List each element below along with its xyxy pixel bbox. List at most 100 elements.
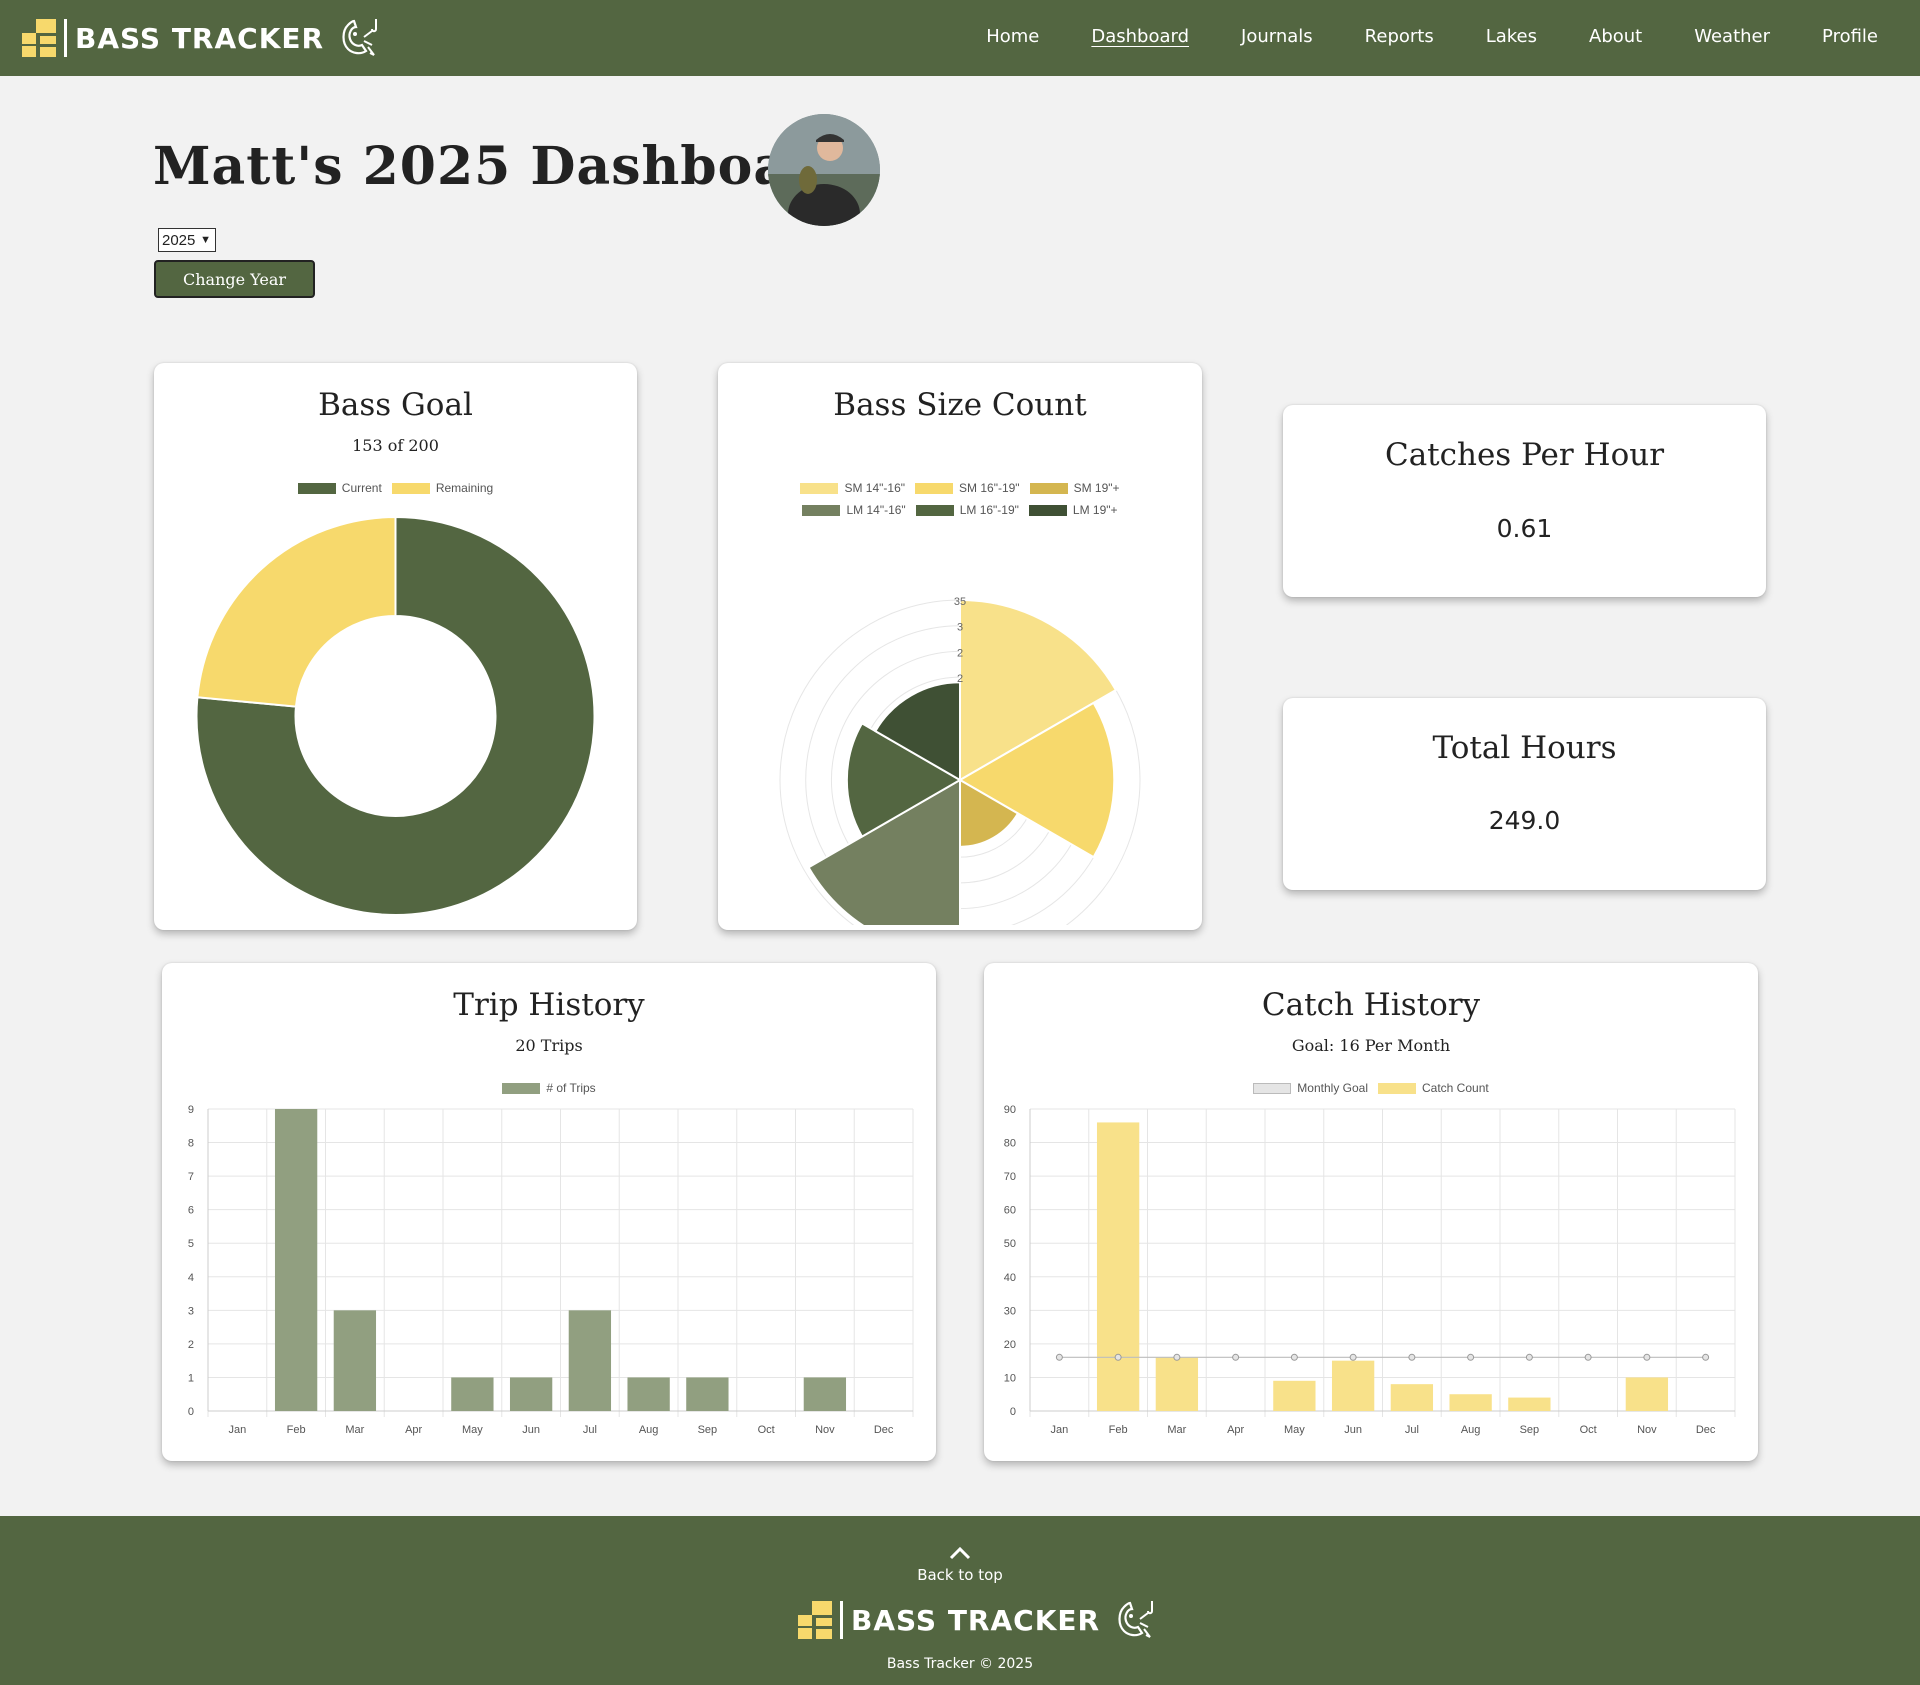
legend-item[interactable]: Remaining (391, 481, 494, 495)
y-tick-label: 50 (1004, 1238, 1016, 1250)
x-tick-label: Apr (1227, 1424, 1244, 1436)
legend-item[interactable]: Catch Count (1378, 1081, 1489, 1095)
legend-item[interactable]: LM 16"-19" (915, 503, 1019, 517)
bar (1390, 1384, 1434, 1411)
footer: Back to top BASS TRACKER Bass Tracker © … (0, 1516, 1920, 1685)
legend-label: SM 19"+ (1073, 481, 1120, 495)
nav-journals[interactable]: Journals (1241, 26, 1313, 47)
y-tick-label: 9 (188, 1104, 194, 1116)
nav-about[interactable]: About (1589, 26, 1642, 47)
x-tick-label: Nov (815, 1424, 835, 1436)
legend-label: Monthly Goal (1297, 1081, 1368, 1095)
nav-reports[interactable]: Reports (1365, 26, 1434, 47)
catch-history-subtitle: Goal: 16 Per Month (1291, 1036, 1451, 1055)
nav-dashboard[interactable]: Dashboard (1091, 26, 1189, 47)
y-tick-label: 10 (1004, 1372, 1016, 1384)
legend-label: Remaining (435, 481, 494, 495)
x-tick-label: Jun (1344, 1424, 1362, 1436)
bass-tracker-logo-icon (22, 19, 56, 57)
y-tick-label: 20 (1004, 1339, 1016, 1351)
back-to-top-link[interactable]: Back to top (0, 1546, 1920, 1584)
bar (509, 1377, 553, 1411)
x-tick-label: Apr (405, 1424, 422, 1436)
y-tick-label: 2 (188, 1339, 194, 1351)
polar-tick-label: 2 (957, 673, 963, 685)
bass-tracker-logo-icon (798, 1601, 832, 1639)
bar (1273, 1380, 1316, 1411)
catch-history-bar-chart: 0 10 20 30 40 50 60 70 80 90 Jan Feb Mar Apr May Jun Jul… (1004, 1104, 1736, 1436)
legend-label: LM 19"+ (1072, 503, 1118, 517)
total-hours-card: Total Hours 249.0 (1283, 698, 1766, 890)
y-tick-label: 8 (188, 1138, 194, 1150)
page-title: Matt's 2025 Dashboard (153, 136, 854, 197)
goal-point (1114, 1353, 1122, 1361)
bar (1155, 1357, 1199, 1411)
polar-tick-label: 35 (954, 596, 966, 608)
y-tick-label: 4 (188, 1272, 194, 1284)
legend-swatch (800, 482, 839, 494)
copyright: Bass Tracker © 2025 (886, 1656, 1034, 1672)
legend-swatch (502, 1082, 541, 1094)
nav-home[interactable]: Home (986, 26, 1039, 47)
bass-size-card: Bass Size Count SM 14"-16" SM 16"-19" SM… (718, 363, 1202, 930)
goal-point (1467, 1353, 1475, 1361)
x-tick-label: Sep (698, 1424, 718, 1436)
goal-point (1525, 1353, 1533, 1361)
legend-item[interactable]: LM 14"-16" (802, 503, 906, 517)
legend-item[interactable]: Monthly Goal (1253, 1081, 1368, 1095)
y-tick-label: 5 (188, 1238, 194, 1250)
catch-history-title: Catch History (1261, 987, 1481, 1023)
bass-goal-title: Bass Goal (318, 387, 473, 423)
y-tick-label: 30 (1004, 1305, 1016, 1317)
legend-label: LM 14"-16" (846, 503, 906, 517)
legend-item[interactable]: LM 19"+ (1028, 503, 1118, 517)
goal-point (1702, 1353, 1710, 1361)
doughnut-slice (196, 515, 397, 708)
bass-goal-doughnut-chart (195, 515, 596, 916)
legend-item[interactable]: SM 14"-16" (800, 481, 905, 495)
nav-lakes[interactable]: Lakes (1486, 26, 1537, 47)
y-tick-label: 40 (1004, 1272, 1016, 1284)
bass-size-polar-chart: 35 3 2 2 (779, 596, 1141, 925)
legend-item[interactable]: SM 19"+ (1029, 481, 1120, 495)
nav-weather[interactable]: Weather (1694, 26, 1770, 47)
year-select-value: 2025 (162, 231, 196, 249)
x-tick-label: Oct (758, 1424, 775, 1436)
brand-logo[interactable]: BASS TRACKER (22, 16, 382, 60)
y-tick-label: 6 (188, 1205, 194, 1217)
y-tick-label: 0 (1010, 1406, 1016, 1418)
trip-history-legend: # of Trips (162, 1081, 936, 1095)
catches-per-hour-card: Catches Per Hour 0.61 (1283, 405, 1766, 597)
bar (1625, 1377, 1669, 1411)
back-to-top-label: Back to top (917, 1566, 1003, 1584)
legend-swatch (297, 482, 336, 494)
y-tick-label: 60 (1004, 1205, 1016, 1217)
y-tick-label: 70 (1004, 1171, 1016, 1183)
bar (568, 1310, 612, 1411)
legend-item[interactable]: SM 16"-19" (915, 481, 1020, 495)
navbar: BASS TRACKER Home Dashboard Journals Rep… (0, 0, 1920, 76)
x-tick-label: Oct (1580, 1424, 1597, 1436)
nav-profile[interactable]: Profile (1822, 26, 1878, 47)
legend-item[interactable]: Current (297, 481, 382, 495)
brand-divider (840, 1601, 843, 1639)
x-tick-label: Sep (1520, 1424, 1540, 1436)
avatar (768, 114, 880, 226)
brand-divider (64, 19, 67, 57)
bass-goal-subtitle: 153 of 200 (352, 436, 439, 455)
trip-history-bar-chart: 0 1 2 3 4 5 6 7 8 9 Jan Feb Mar Apr May Jun Jul Aug Sep Oct… (188, 1104, 914, 1436)
trip-history-subtitle: 20 Trips (515, 1036, 583, 1055)
legend-swatch (391, 482, 430, 494)
x-tick-label: May (1284, 1424, 1305, 1436)
legend-item[interactable]: # of Trips (502, 1081, 596, 1095)
legend-swatch (915, 482, 954, 494)
footer-brand-name: BASS TRACKER (851, 1603, 1101, 1637)
year-select[interactable]: 2025 ▼ (158, 228, 216, 252)
footer-brand-logo[interactable]: BASS TRACKER (798, 1598, 1158, 1642)
bar (803, 1377, 847, 1411)
change-year-button[interactable]: Change Year (154, 260, 315, 298)
bar (627, 1377, 670, 1411)
y-tick-label: 0 (188, 1406, 194, 1418)
x-tick-label: Dec (874, 1424, 894, 1436)
bar (333, 1310, 377, 1411)
